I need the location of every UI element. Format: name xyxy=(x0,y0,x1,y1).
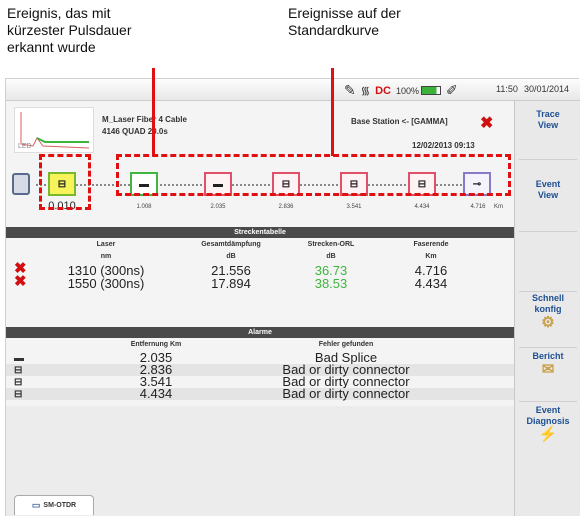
col-total-loss: Gesamtdämpfung xyxy=(201,241,261,248)
list-item[interactable]: ▬ 2.035 Bad Splice xyxy=(6,351,514,364)
annotation-left-line-1: Ereignis, das mit xyxy=(7,5,111,21)
event-distance: 2.035 xyxy=(210,204,226,210)
annotation-right-line-1: Ereignisse auf der xyxy=(288,5,401,21)
sidebar-divider xyxy=(519,231,577,232)
otdr-icon xyxy=(12,173,30,195)
sidebar-divider xyxy=(519,401,577,402)
sidebar-divider xyxy=(519,159,577,160)
row-end: 4.434 xyxy=(414,276,448,291)
highlight-shortest-pulse-event xyxy=(39,154,91,210)
annotation-standard-curve: Ereignisse auf der Standardkurve xyxy=(288,5,488,39)
unit-orl: dB xyxy=(326,253,336,260)
event-distance: 1.008 xyxy=(136,204,152,210)
event-distance: 4.716 xyxy=(470,204,486,210)
battery-indicator: 100% xyxy=(396,85,442,96)
event-view-label-2: View xyxy=(537,190,559,200)
battery-percent: 100% xyxy=(396,85,420,96)
col-orl: Strecken-ORL xyxy=(307,241,355,248)
list-item[interactable]: ⊟ 2.836 Bad or dirty connector xyxy=(6,363,514,376)
fail-icon: ✖ xyxy=(14,273,27,290)
battery-icon xyxy=(421,86,442,95)
close-icon[interactable]: ✖ xyxy=(480,113,493,133)
dc-icon: DC xyxy=(375,84,391,97)
report-icon: ✉ xyxy=(541,361,555,378)
unit-loss: dB xyxy=(226,253,236,260)
trace-view-label-2: View xyxy=(537,120,559,130)
annotated-screenshot: Ereignis, das mit kürzester Pulsdauer er… xyxy=(0,0,584,516)
annotation-pointer-right xyxy=(331,68,334,156)
event-distance: 4.434 xyxy=(414,204,430,210)
list-item[interactable]: ⊟ 3.541 Bad or dirty connector xyxy=(6,375,514,388)
sidebar-divider xyxy=(519,291,577,292)
event-diagnosis-button[interactable]: Event Diagnosis ⚡ xyxy=(515,405,581,443)
list-item[interactable]: ⊟ 4.434 Bad or dirty connector xyxy=(6,386,514,401)
annotation-left-line-2: kürzester Pulsdauer xyxy=(7,22,132,38)
file-info: M_Laser Fiber 4 Cable xyxy=(102,115,187,124)
trace-view-button[interactable]: Trace View xyxy=(515,109,581,131)
tab-label: SM-OTDR xyxy=(43,502,77,509)
measurement-date: 12/02/2013 09:13 xyxy=(412,141,475,150)
event-view-label-1: Event xyxy=(535,179,561,189)
sidebar-divider xyxy=(519,347,577,348)
config-icon: ⚙ xyxy=(541,314,555,331)
right-sidebar: Trace View Event View Schnell konfig ⚙ B… xyxy=(514,101,580,516)
annotation-pointer-left xyxy=(152,68,155,156)
quick-config-label-1: Schnell xyxy=(531,293,564,303)
row-laser: 1550 (300ns) xyxy=(67,276,145,291)
pen-icon: ✎ xyxy=(344,82,356,98)
col-distance: Entfernung Km xyxy=(130,341,182,348)
summary-table-title: Streckentabelle xyxy=(6,227,514,238)
connector-icon: ⊟ xyxy=(14,389,23,400)
status-date: 30/01/2014 xyxy=(524,84,570,94)
unit-end: Km xyxy=(425,253,437,260)
status-bar: ✎ ᯾ DC 100% ✐ 11:50 30/01/2014 xyxy=(6,79,580,101)
distance-unit: Km xyxy=(494,204,503,210)
trace-thumbnail[interactable]: LED xyxy=(14,107,94,153)
status-time: 11:50 xyxy=(496,84,518,94)
acquisition-info: 4146 QUAD 20.0s xyxy=(102,127,168,136)
alarm-table-title: Alarme xyxy=(6,327,514,338)
event-view-button[interactable]: Event View xyxy=(515,179,581,201)
otdr-tab-icon: ▭ xyxy=(31,500,41,510)
alarm-distance: 4.434 xyxy=(139,386,173,401)
highlight-standard-curve-events xyxy=(116,154,511,196)
event-distance: 3.541 xyxy=(346,204,362,210)
col-fault: Fehler gefunden xyxy=(318,341,374,348)
event-distance: 2.836 xyxy=(278,204,294,210)
col-laser: Laser xyxy=(96,241,116,248)
col-fiber-end: Faserende xyxy=(413,241,449,248)
annotation-left-line-3: erkannt wurde xyxy=(7,39,96,55)
unit-laser: nm xyxy=(100,253,112,260)
row-orl: 38.53 xyxy=(314,276,348,291)
trace-view-label-1: Trace xyxy=(536,109,560,119)
row-loss: 17.894 xyxy=(211,276,251,291)
tab-sm-otdr[interactable]: ▭ SM-OTDR xyxy=(14,495,94,515)
annotation-right-line-2: Standardkurve xyxy=(288,22,380,38)
otdr-screen: ✎ ᯾ DC 100% ✐ 11:50 30/01/2014 LED M_Las… xyxy=(5,78,580,516)
alarm-fault: Bad or dirty connector xyxy=(282,386,410,401)
report-button[interactable]: Bericht ✉ xyxy=(515,351,581,378)
wifi-icon: ᯾ xyxy=(360,85,371,97)
annotation-shortest-pulse: Ereignis, das mit kürzester Pulsdauer er… xyxy=(7,5,227,56)
quick-config-button[interactable]: Schnell konfig ⚙ xyxy=(515,293,581,331)
base-station-label: Base Station <- [GAMMA] xyxy=(351,117,448,126)
diagnosis-icon: ⚡ xyxy=(538,426,558,443)
tools-icon: ✐ xyxy=(446,82,458,98)
event-diagnosis-label-1: Event xyxy=(535,405,561,415)
thumbnail-label: LED xyxy=(18,143,32,150)
status-icons: ✎ ᯾ DC 100% ✐ xyxy=(344,82,458,99)
